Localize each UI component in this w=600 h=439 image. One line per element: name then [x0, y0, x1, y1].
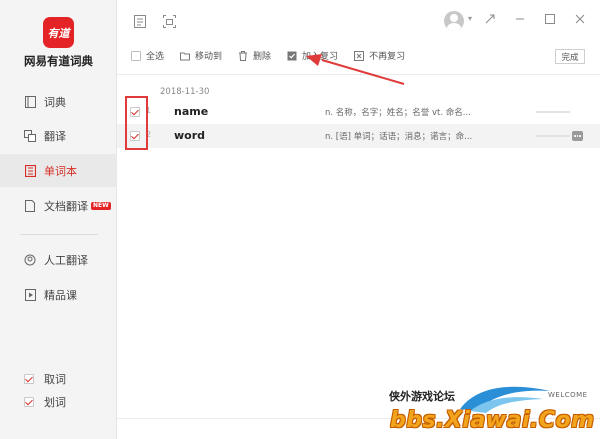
toolbar-divider: [117, 74, 600, 75]
no-review-button[interactable]: 不再复习: [354, 49, 405, 62]
sidebar-item-label: 精品课: [44, 288, 77, 302]
sidebar-item-courses[interactable]: 精品课: [0, 278, 117, 311]
checkbox-icon: [24, 374, 34, 384]
document-icon: [24, 199, 36, 212]
select-all-button[interactable]: 全选: [131, 49, 164, 62]
familiarity-bar: [536, 111, 570, 113]
sidebar-item-translate[interactable]: 翻译: [0, 119, 117, 152]
checkbox-icon: [131, 50, 141, 61]
window-controls: [484, 13, 586, 25]
close-icon[interactable]: [574, 13, 586, 25]
translate-icon: [24, 129, 36, 142]
note-icon[interactable]: [134, 13, 147, 28]
review-icon: [287, 51, 297, 61]
word-definition: n. [语] 单词；话语；消息；诺言；命...: [325, 132, 473, 142]
no-review-label: 不再复习: [369, 52, 406, 62]
maximize-icon[interactable]: [544, 13, 556, 25]
trash-icon: [238, 50, 248, 61]
capture-word-toggle[interactable]: 取词: [24, 371, 66, 387]
sidebar-item-dictionary[interactable]: 词典: [0, 85, 117, 118]
sidebar-item-label: 词典: [44, 95, 66, 109]
done-button[interactable]: 完成: [555, 49, 585, 64]
user-avatar[interactable]: [444, 11, 464, 31]
move-to-button[interactable]: 移动到: [180, 49, 222, 62]
annotation-highlight-box: [125, 96, 148, 150]
app-name: 网易有道词典: [24, 54, 93, 68]
word-text: word: [174, 129, 206, 142]
sidebar-item-label: 翻译: [44, 129, 66, 143]
more-options-icon[interactable]: [572, 131, 583, 141]
folder-icon: [180, 51, 191, 61]
toggle-label: 划词: [44, 396, 66, 409]
human-icon: [24, 254, 36, 266]
date-group-label: 2018-11-30: [160, 87, 210, 97]
screenshot-icon[interactable]: [163, 13, 176, 28]
wordbook-icon: [24, 164, 36, 177]
app-logo: 有道: [43, 17, 74, 48]
word-text: name: [174, 105, 209, 118]
move-to-label: 移动到: [195, 52, 223, 62]
select-word-toggle[interactable]: 划词: [24, 394, 66, 410]
sidebar-item-label: 单词本: [44, 164, 77, 178]
watermark-welcome: WELCOME: [548, 391, 588, 399]
watermark-url: bbs.Xiawai.Com: [390, 408, 595, 433]
sidebar-item-label: 文档翻译: [44, 199, 88, 213]
play-icon: [24, 288, 36, 301]
sidebar-divider: [20, 234, 98, 235]
wordbook-toolbar: 全选 移动到 删除 加入复习 不再复习: [131, 49, 421, 62]
familiarity-bar: [536, 135, 570, 137]
add-to-review-label: 加入复习: [302, 52, 339, 62]
delete-button[interactable]: 删除: [238, 49, 271, 62]
checkbox-icon: [24, 397, 34, 407]
sidebar-item-human-translate[interactable]: 人工翻译: [0, 243, 117, 276]
no-review-icon: [354, 50, 365, 61]
word-row[interactable]: 2 word n. [语] 单词；话语；消息；诺言；命...: [117, 124, 600, 148]
minimize-icon[interactable]: [514, 13, 526, 25]
word-row[interactable]: 1 name n. 名称，名字；姓名；名誉 vt. 命名...: [117, 100, 600, 124]
book-icon: [24, 95, 36, 108]
word-definition: n. 名称，名字；姓名；名誉 vt. 命名...: [325, 108, 471, 118]
toggle-label: 取词: [44, 373, 66, 386]
app-window: 有道 网易有道词典 词典 翻译 单词本 文档翻译 NEW 人工翻译 精品课 取词…: [0, 0, 600, 439]
new-badge: NEW: [91, 201, 111, 210]
mini-mode-icon[interactable]: [484, 13, 496, 25]
add-to-review-button[interactable]: 加入复习: [287, 49, 338, 62]
chevron-down-icon[interactable]: ▾: [468, 14, 472, 23]
watermark-site-name: 侠外游戏论坛: [389, 390, 455, 403]
select-all-label: 全选: [146, 52, 165, 62]
sidebar-item-label: 人工翻译: [44, 253, 88, 267]
sidebar-item-doc-translate[interactable]: 文档翻译 NEW: [0, 189, 117, 222]
sidebar: 有道 网易有道词典 词典 翻译 单词本 文档翻译 NEW 人工翻译 精品课 取词…: [0, 0, 117, 439]
sidebar-item-wordbook[interactable]: 单词本: [0, 154, 117, 187]
delete-label: 删除: [253, 52, 272, 62]
